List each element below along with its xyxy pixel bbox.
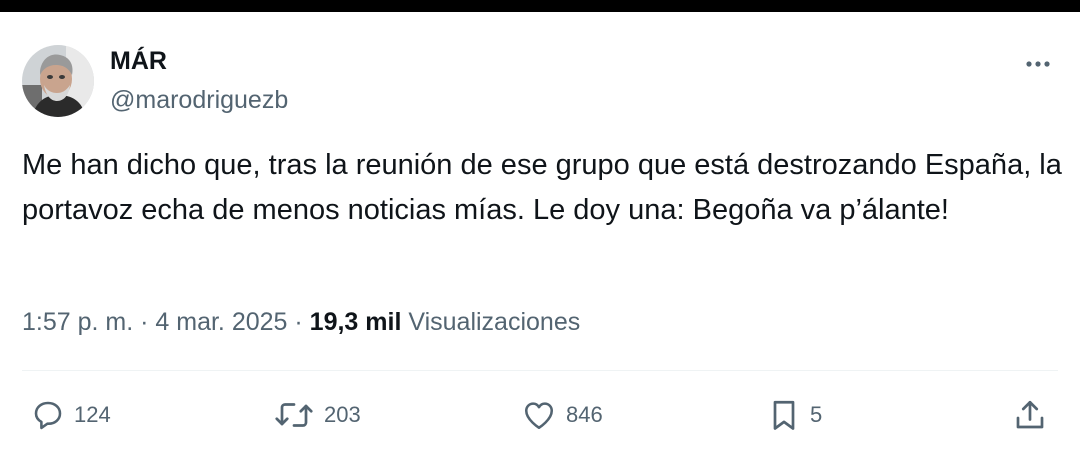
repost-button[interactable]: 203 — [272, 395, 361, 435]
tweet-time[interactable]: 1:57 p. m. — [22, 308, 133, 336]
reply-icon — [34, 401, 62, 430]
like-button[interactable]: 846 — [520, 395, 603, 435]
meta-separator: · — [294, 308, 303, 336]
views-label[interactable]: Visualizaciones — [408, 308, 580, 336]
reply-button[interactable]: 124 — [30, 395, 111, 435]
reply-count: 124 — [74, 402, 111, 427]
avatar-image — [22, 45, 94, 117]
repost-count: 203 — [324, 402, 361, 427]
bookmark-count: 5 — [810, 402, 823, 427]
tweet-meta: 1:57 p. m. · 4 mar. 2025 · 19,3 mil Visu… — [22, 306, 580, 338]
author-name[interactable]: MÁR — [110, 46, 167, 76]
views-count[interactable]: 19,3 mil — [310, 308, 402, 336]
heart-icon — [524, 402, 554, 430]
tweet-text: Me han dicho que, tras la reunión de ese… — [22, 149, 1070, 226]
more-options-button[interactable] — [1018, 50, 1058, 78]
repost-icon — [275, 403, 313, 427]
like-count: 846 — [566, 402, 603, 427]
more-horizontal-icon — [1026, 61, 1050, 67]
top-bar — [0, 0, 1080, 12]
share-icon — [1016, 400, 1044, 429]
bookmark-icon — [773, 400, 795, 430]
divider — [22, 370, 1058, 371]
tweet-date[interactable]: 4 mar. 2025 — [155, 308, 287, 336]
author-handle[interactable]: @marodriguezb — [110, 85, 288, 115]
bookmark-button[interactable]: 5 — [766, 395, 822, 435]
avatar[interactable] — [22, 45, 94, 117]
meta-separator: · — [140, 308, 149, 336]
share-button[interactable] — [1012, 395, 1048, 435]
